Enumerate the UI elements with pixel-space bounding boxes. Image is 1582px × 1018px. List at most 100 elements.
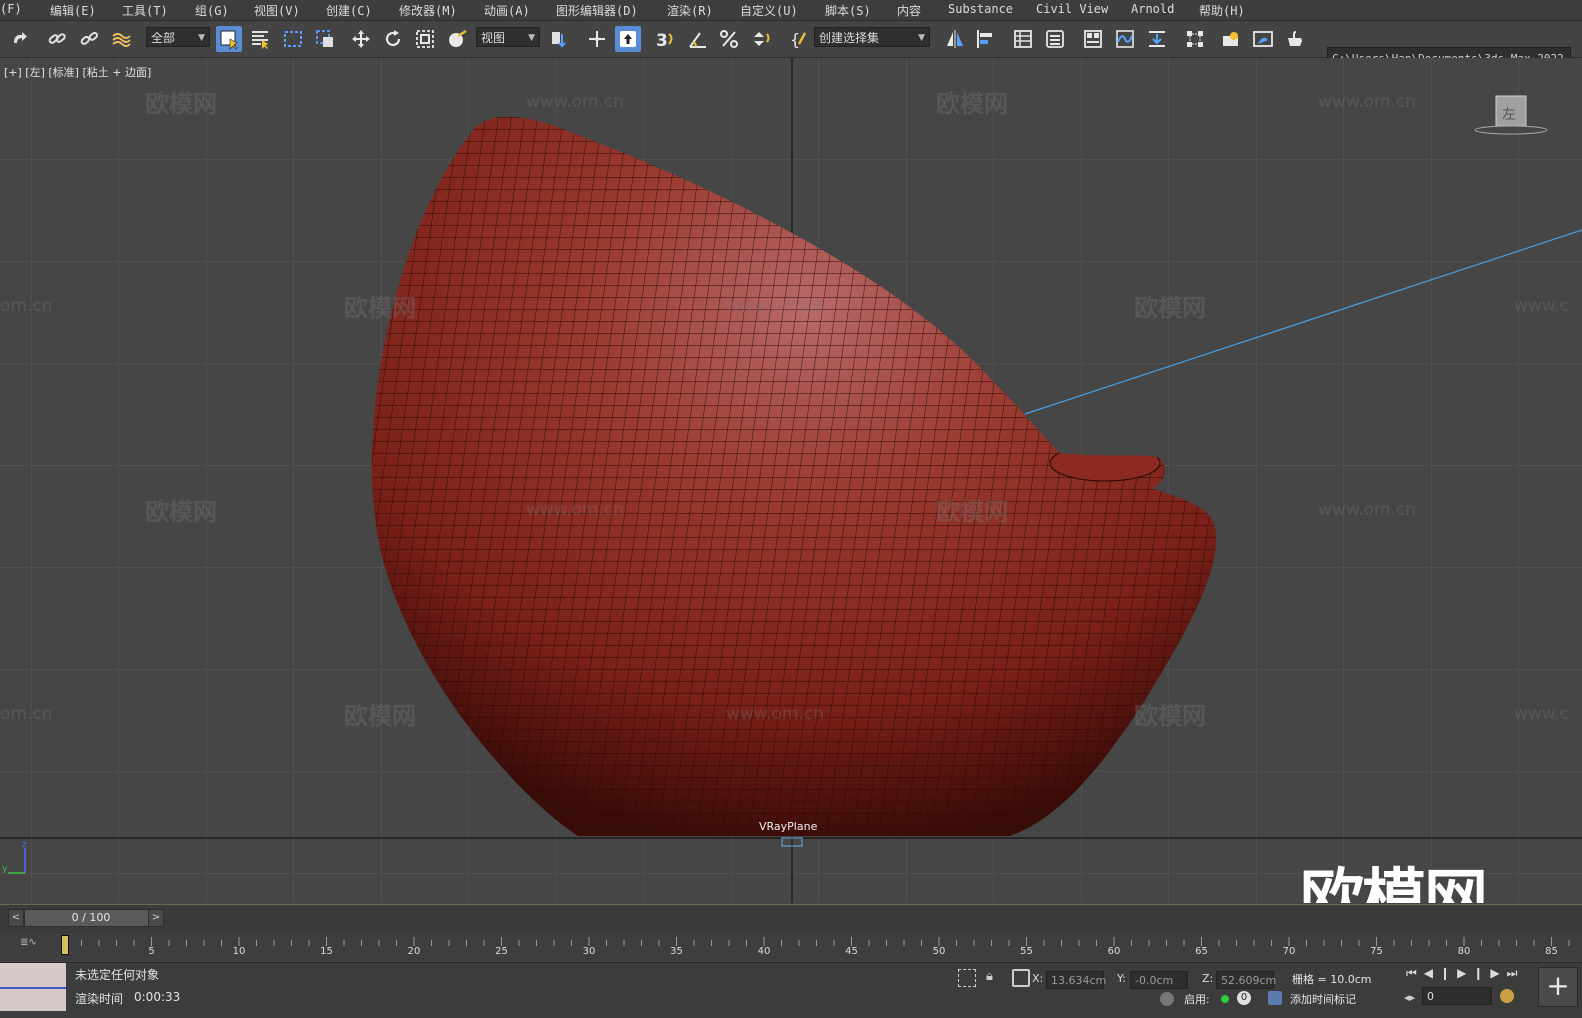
selection-filter-dropdown[interactable]: 全部 ▼ xyxy=(146,27,210,47)
add-time-tag[interactable]: 添加时间标记 xyxy=(1290,991,1356,1007)
move-icon[interactable] xyxy=(348,26,374,52)
grid-size: 栅格 = 10.0cm xyxy=(1292,973,1372,986)
menu-create[interactable]: 创建(C) xyxy=(326,2,372,19)
left-viewport[interactable]: [+] [左] [标准] [粘土 + 边面] 左 VRayPlane z y 欧… xyxy=(0,58,1582,903)
select-manipulate-icon[interactable] xyxy=(584,26,610,52)
time-cursor[interactable] xyxy=(61,935,69,955)
redo-icon[interactable] xyxy=(6,26,32,52)
pivot-center-icon[interactable] xyxy=(546,26,572,52)
menu-customize[interactable]: 自定义(U) xyxy=(740,2,798,19)
material-editor-icon[interactable] xyxy=(1182,26,1208,52)
menu-graph-editors[interactable]: 图形编辑器(D) xyxy=(556,2,638,19)
rect-selection-region-icon[interactable] xyxy=(280,26,306,52)
isolate-selection-icon[interactable] xyxy=(958,969,976,987)
render-time-value: 0:00:33 xyxy=(134,990,181,1004)
time-slider-bar: < 0 / 100 > xyxy=(0,904,1582,933)
watermark: www.om.cn xyxy=(526,92,625,112)
mirror-icon[interactable] xyxy=(942,26,968,52)
y-coordinate-field[interactable]: -0.0cm xyxy=(1130,971,1188,989)
select-object-icon[interactable] xyxy=(216,26,242,52)
menu-scripting[interactable]: 脚本(S) xyxy=(825,2,871,19)
track-bar[interactable]: ≣∿ 0510152025303540455055606570758085 xyxy=(0,933,1582,961)
track-tick-label: 70 xyxy=(1282,946,1296,957)
render-setup-icon[interactable] xyxy=(1218,26,1244,52)
link-icon[interactable] xyxy=(44,26,70,52)
menu-substance[interactable]: Substance xyxy=(948,2,1013,16)
menu-civil-view[interactable]: Civil View xyxy=(1036,2,1108,16)
menu-animation[interactable]: 动画(A) xyxy=(484,2,530,19)
rotate-icon[interactable] xyxy=(380,26,406,52)
menu-group[interactable]: 组(G) xyxy=(195,2,229,19)
placement-icon[interactable] xyxy=(444,26,470,52)
key-mode-icon[interactable]: ◂▸ xyxy=(1404,991,1415,1004)
chevron-down-icon: ▼ xyxy=(198,33,205,43)
render-time-label: 渲染时间 xyxy=(75,992,124,1006)
menu-edit[interactable]: 编辑(E) xyxy=(50,2,96,19)
snaps-toggle-icon[interactable]: 3 xyxy=(652,26,678,52)
current-frame-field[interactable]: 0 xyxy=(1422,987,1492,1005)
selection-filter-value: 全部 xyxy=(151,31,176,45)
prev-frame-button[interactable]: < xyxy=(8,909,24,927)
keyboard-shortcut-override-icon[interactable] xyxy=(615,26,641,52)
toggle-ribbon-icon[interactable] xyxy=(1080,26,1106,52)
absolute-mode-icon[interactable] xyxy=(1012,969,1030,987)
menu-tools[interactable]: 工具(T) xyxy=(122,2,168,19)
track-tick-label: 30 xyxy=(582,946,596,957)
menu-modifiers[interactable]: 修改器(M) xyxy=(399,2,457,19)
schematic-view-icon[interactable] xyxy=(1144,26,1170,52)
watermark: 欧模网 xyxy=(145,498,217,526)
rendered-frame-window-icon[interactable] xyxy=(1250,26,1276,52)
maxscript-listener-preview[interactable] xyxy=(0,963,66,1011)
spinner-snap-icon[interactable] xyxy=(748,26,774,52)
watermark: www.om.cn xyxy=(726,296,825,316)
adaptive-degradation-icon[interactable] xyxy=(1160,992,1174,1006)
svg-text:{: { xyxy=(790,30,800,49)
time-tag-icon[interactable] xyxy=(1268,991,1282,1005)
status-dot-icon xyxy=(1221,995,1229,1003)
viewport-label[interactable]: [+] [左] [标准] [粘土 + 边面] xyxy=(4,64,151,80)
watermark: 欧模网 xyxy=(344,294,416,322)
track-tick-label: 10 xyxy=(232,946,246,957)
track-tick-label: 5 xyxy=(148,946,155,957)
named-selection-set-dropdown[interactable]: 创建选择集 ▼ xyxy=(814,27,930,47)
z-coordinate-field[interactable]: 52.609cm xyxy=(1216,971,1276,989)
render-production-icon[interactable] xyxy=(1282,26,1308,52)
watermark: om.cn xyxy=(0,296,53,316)
reference-coordinate-dropdown[interactable]: 视图 ▼ xyxy=(476,27,540,47)
watermark: www.om.cn xyxy=(1318,500,1417,520)
menu-help[interactable]: 帮助(H) xyxy=(1199,2,1245,19)
scale-icon[interactable] xyxy=(412,26,438,52)
percent-snap-icon[interactable] xyxy=(716,26,742,52)
edit-named-selection-icon[interactable]: { xyxy=(786,26,812,52)
window-crossing-icon[interactable] xyxy=(312,26,338,52)
x-coordinate-field[interactable]: 13.634cm xyxy=(1046,971,1106,989)
watermark: 欧模网 xyxy=(936,498,1008,526)
status-bar: 未选定任何对象 渲染时间 0:00:33 🔒︎ X: 13.634cm Y: -… xyxy=(0,962,1582,1018)
bind-space-warp-icon[interactable] xyxy=(108,26,134,52)
next-frame-button[interactable]: > xyxy=(148,909,164,927)
align-icon[interactable] xyxy=(972,26,998,52)
menu-views[interactable]: 视图(V) xyxy=(254,2,300,19)
menu-file[interactable]: (F) xyxy=(0,2,22,16)
angle-snap-icon[interactable] xyxy=(685,26,711,52)
z-label: Z: xyxy=(1202,972,1214,985)
time-slider[interactable]: 0 / 100 xyxy=(24,909,158,927)
enable-count-badge: 0 xyxy=(1237,991,1251,1005)
reference-coordinate-value: 视图 xyxy=(481,31,506,45)
zoom-icon[interactable]: + xyxy=(1538,967,1578,1007)
track-tick-label: 25 xyxy=(495,946,508,957)
select-by-name-icon[interactable] xyxy=(247,26,273,52)
time-config-icon[interactable] xyxy=(1500,989,1514,1003)
track-tick-label: 85 xyxy=(1545,946,1558,957)
menu-content[interactable]: 内容 xyxy=(897,2,921,19)
menu-arnold[interactable]: Arnold xyxy=(1131,2,1174,16)
scene-explorer-icon[interactable] xyxy=(1010,26,1036,52)
viewcube-face-label[interactable]: 左 xyxy=(1502,104,1516,124)
unlink-icon[interactable] xyxy=(76,26,102,52)
curve-editor-icon[interactable] xyxy=(1112,26,1138,52)
lock-icon[interactable]: 🔒︎ xyxy=(986,969,993,984)
playback-controls[interactable]: ⏮◀❙▶❙▶⏭ xyxy=(1406,966,1524,981)
menu-rendering[interactable]: 渲染(R) xyxy=(667,2,713,19)
layer-explorer-icon[interactable] xyxy=(1042,26,1068,52)
track-tick-label: 60 xyxy=(1107,946,1121,957)
